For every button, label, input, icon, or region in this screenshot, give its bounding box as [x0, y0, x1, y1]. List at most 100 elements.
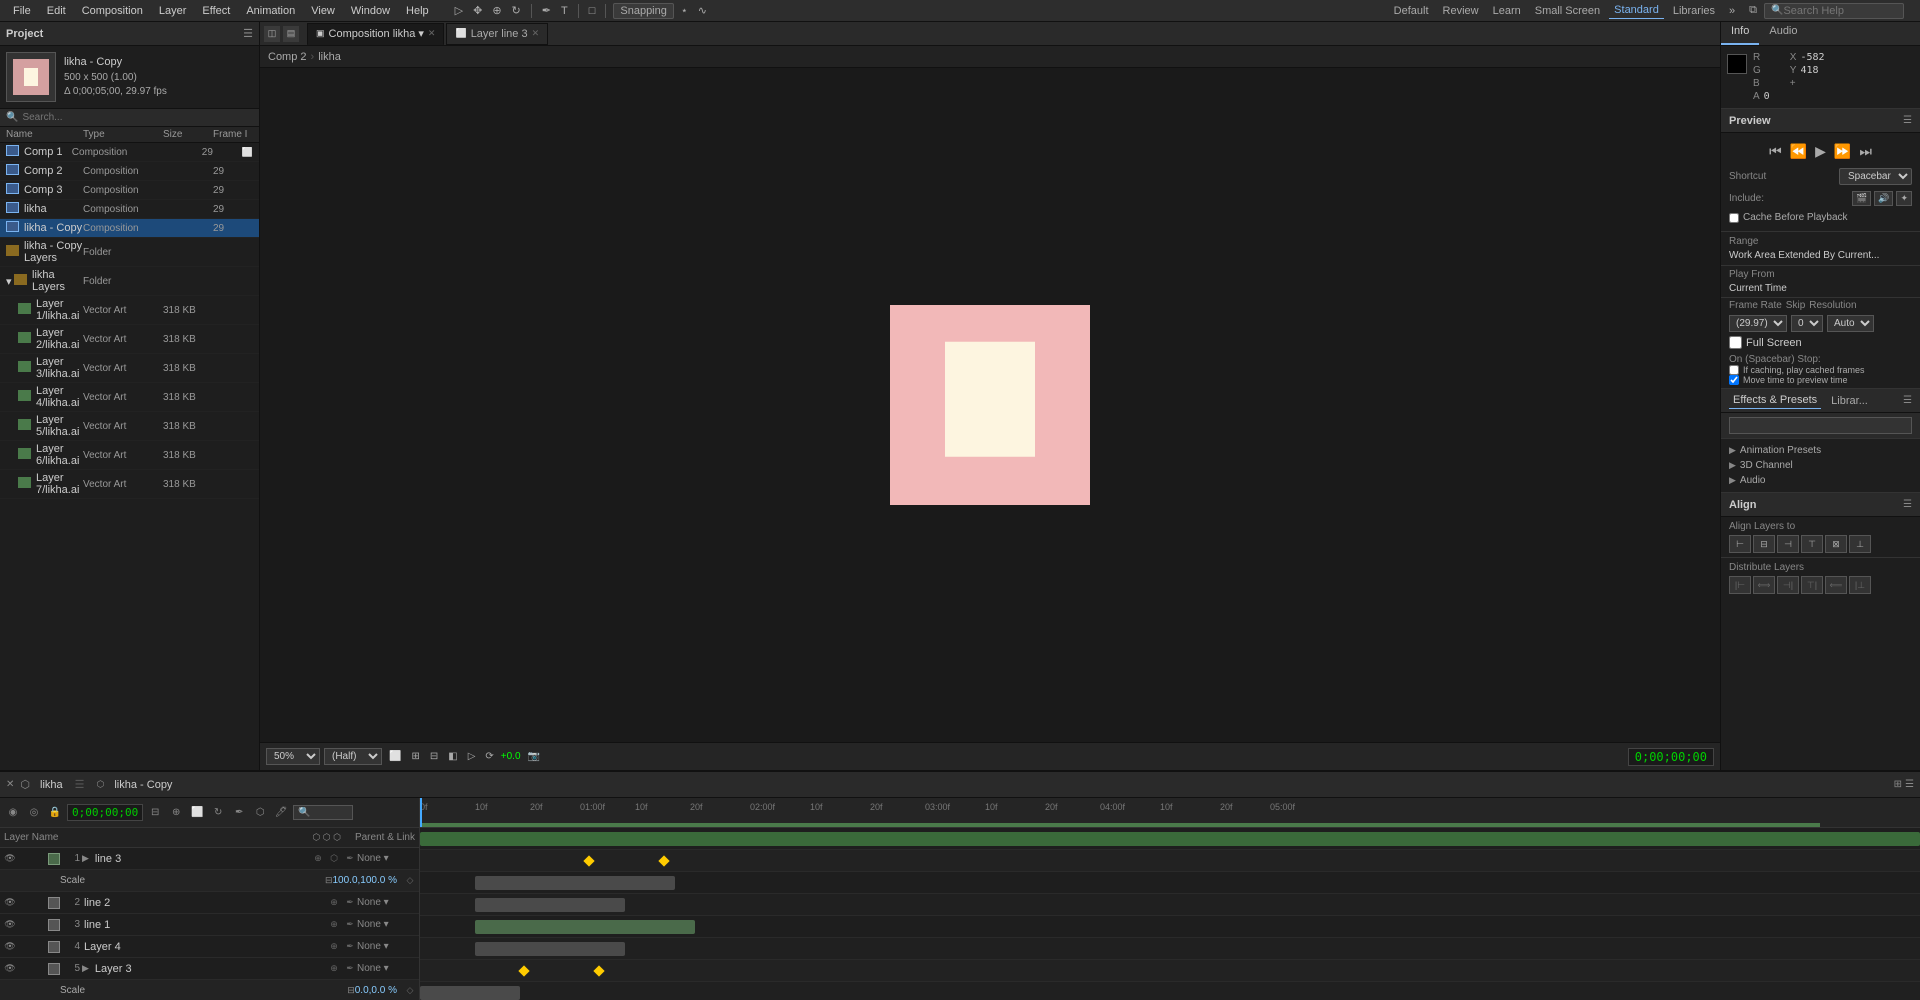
zoom-select[interactable]: 50% 100% 25%: [266, 748, 320, 765]
list-item[interactable]: Layer 1/likha.ai Vector Art 318 KB: [0, 296, 259, 325]
align-bottom-btn[interactable]: ⊥: [1849, 535, 1871, 553]
effects-panel-menu-icon[interactable]: ☰: [1903, 395, 1912, 406]
layer-solo-toggle[interactable]: [18, 896, 32, 910]
breadcrumb-item-1[interactable]: Comp 2: [268, 51, 307, 63]
shape-tool-btn[interactable]: □: [586, 4, 599, 18]
scale-keyframe-btn[interactable]: ◇: [403, 984, 417, 998]
scale-keyframe-btn[interactable]: ◇: [403, 874, 417, 888]
move-time-checkbox[interactable]: [1729, 375, 1739, 385]
workspace-more-btn[interactable]: »: [1724, 2, 1740, 19]
pen-tool-btn[interactable]: ✒: [539, 3, 554, 18]
align-right-btn[interactable]: ⊣: [1777, 535, 1799, 553]
layer-lock-toggle[interactable]: [32, 962, 46, 976]
zoom-tool-btn[interactable]: ⊕: [489, 3, 504, 18]
layer-icon-btn[interactable]: ⊕: [327, 962, 341, 976]
menu-effect[interactable]: Effect: [195, 3, 237, 19]
effects-item-audio[interactable]: ▶ Audio: [1729, 473, 1912, 488]
layer-icon-btn[interactable]: ✒: [343, 896, 357, 910]
workspace-review-btn[interactable]: Review: [1438, 2, 1484, 19]
layer-solo-toggle[interactable]: [18, 940, 32, 954]
layer-lock-toggle[interactable]: [32, 896, 46, 910]
list-item[interactable]: likha Composition 29: [0, 200, 259, 219]
layer-icon-btn[interactable]: ✒: [343, 918, 357, 932]
resolution-select[interactable]: Auto Full Half: [1827, 315, 1874, 332]
expand-arrow[interactable]: ▶: [80, 853, 91, 864]
layer-lock-toggle[interactable]: [32, 940, 46, 954]
tl-solo-btn-2[interactable]: ◎: [25, 804, 43, 822]
tl-icon-7[interactable]: 🖊: [272, 804, 290, 822]
layer-lock-toggle[interactable]: [32, 852, 46, 866]
list-item[interactable]: Layer 3/likha.ai Vector Art 318 KB: [0, 354, 259, 383]
workspace-libraries-btn[interactable]: Libraries: [1668, 2, 1720, 19]
timeline-icon-btn-1[interactable]: ⊞: [1894, 779, 1902, 790]
keyframe-diamond[interactable]: [658, 855, 669, 866]
distribute-right-btn[interactable]: ⊣|: [1777, 576, 1799, 594]
menu-edit[interactable]: Edit: [40, 3, 73, 19]
distribute-vcenter-btn[interactable]: ⟸: [1825, 576, 1847, 594]
layer-solo-toggle[interactable]: [18, 918, 32, 932]
layer-icon-btn[interactable]: ⊕: [327, 940, 341, 954]
transport-last-frame-btn[interactable]: ⏭: [1857, 141, 1874, 162]
menu-help[interactable]: Help: [399, 3, 436, 19]
effects-item-animation[interactable]: ▶ Animation Presets: [1729, 443, 1912, 458]
playhead[interactable]: [420, 798, 422, 827]
viewer-btn-refresh[interactable]: ⟳: [482, 750, 496, 763]
distribute-bottom-btn[interactable]: |⊥: [1849, 576, 1871, 594]
list-item[interactable]: ▾ likha Layers Folder: [0, 267, 259, 296]
quality-select[interactable]: (Half) (Full) (Third): [324, 748, 382, 765]
help-search-input[interactable]: [1783, 5, 1897, 17]
layer-vis-toggle[interactable]: 👁: [2, 895, 18, 911]
tl-icon-1[interactable]: ⊟: [146, 804, 164, 822]
transport-first-frame-btn[interactable]: ⏮: [1767, 141, 1784, 162]
list-item[interactable]: Layer 5/likha.ai Vector Art 318 KB: [0, 412, 259, 441]
layer-row[interactable]: 👁 5 ▶ Layer 3 ⊕ ✒ None ▾: [0, 958, 419, 980]
transport-play-btn[interactable]: ▶: [1813, 141, 1828, 162]
frame-rate-select[interactable]: (29.97): [1729, 315, 1787, 332]
layer-vis-toggle[interactable]: 👁: [2, 961, 18, 977]
viewer-btn-safe[interactable]: ⊞: [408, 750, 422, 763]
layer-row[interactable]: 👁 1 ▶ line 3 ⊕ ⬡ ✒ None ▾: [0, 848, 419, 870]
align-left-btn[interactable]: ⊢: [1729, 535, 1751, 553]
layer-icon-btn[interactable]: ✒: [343, 940, 357, 954]
effects-tab-libraries[interactable]: Librar...: [1827, 393, 1872, 409]
motion-sketch-btn[interactable]: ⋆: [678, 3, 691, 18]
tl-timecode[interactable]: 0;00;00;00: [67, 804, 143, 821]
workspace-default-btn[interactable]: Default: [1389, 2, 1434, 19]
viewer-timecode[interactable]: 0;00;00;00: [1628, 748, 1714, 766]
layer-vis-toggle[interactable]: 👁: [2, 939, 18, 955]
layer-row[interactable]: 👁 4 Layer 4 ⊕ ✒ None ▾: [0, 936, 419, 958]
list-item[interactable]: Layer 4/likha.ai Vector Art 318 KB: [0, 383, 259, 412]
list-item[interactable]: likha - Copy Composition 29: [0, 219, 259, 238]
workspace-standard-btn[interactable]: Standard: [1609, 2, 1664, 19]
transport-prev-frame-btn[interactable]: ⏪: [1788, 141, 1809, 162]
timeline-close-btn[interactable]: ✕: [6, 779, 14, 790]
menu-animation[interactable]: Animation: [239, 3, 302, 19]
preview-panel-menu-icon[interactable]: ☰: [1903, 115, 1912, 126]
workspace-smallscreen-btn[interactable]: Small Screen: [1530, 2, 1605, 19]
list-item[interactable]: Comp 3 Composition 29: [0, 181, 259, 200]
workspace-learn-btn[interactable]: Learn: [1488, 2, 1526, 19]
align-vcenter-btn[interactable]: ⊠: [1825, 535, 1847, 553]
distribute-left-btn[interactable]: |⊢: [1729, 576, 1751, 594]
keyframe-diamond[interactable]: [583, 855, 594, 866]
layer-solo-toggle[interactable]: [18, 852, 32, 866]
distribute-top-btn[interactable]: ⊤|: [1801, 576, 1823, 594]
list-item[interactable]: Layer 6/likha.ai Vector Art 318 KB: [0, 441, 259, 470]
tab-composition[interactable]: ▣ Composition likha ▾ ✕: [307, 23, 444, 45]
include-video-btn[interactable]: 🎬: [1852, 191, 1871, 206]
menu-file[interactable]: File: [6, 3, 38, 19]
selection-tool-btn[interactable]: ▷: [452, 3, 466, 18]
cache-frames-checkbox[interactable]: [1729, 365, 1739, 375]
menu-layer[interactable]: Layer: [152, 3, 194, 19]
layer-icon-btn[interactable]: ⊕: [311, 852, 325, 866]
viewer-btn-roi[interactable]: ⬜: [386, 750, 404, 763]
layer-icon-btn[interactable]: ⊕: [327, 896, 341, 910]
expand-arrow[interactable]: ▶: [80, 963, 91, 974]
tl-icon-2[interactable]: ⊕: [167, 804, 185, 822]
tab-info[interactable]: Info: [1721, 22, 1759, 45]
tab-icon-btn-1[interactable]: ◫: [264, 26, 280, 42]
layer-vis-toggle[interactable]: 👁: [2, 851, 18, 867]
viewer-btn-grid[interactable]: ⊟: [427, 750, 441, 763]
layer-icon-btn[interactable]: ⬡: [327, 852, 341, 866]
include-audio-btn[interactable]: 🔊: [1874, 191, 1893, 206]
